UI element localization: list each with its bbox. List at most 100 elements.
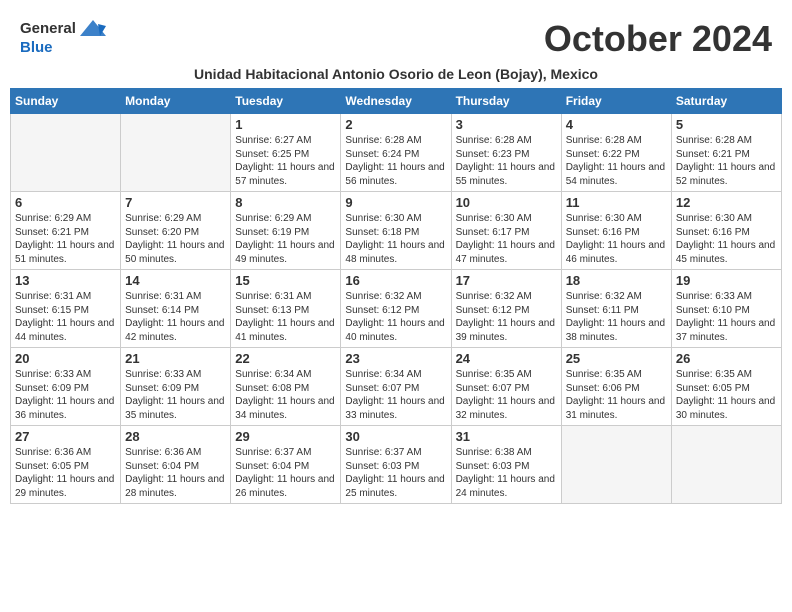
calendar-cell: 14 Sunrise: 6:31 AM Sunset: 6:14 PM Dayli… bbox=[121, 270, 231, 348]
calendar-cell: 24Sunrise: 6:35 AM Sunset: 6:07 PM Dayli… bbox=[451, 348, 561, 426]
day-number: 20 bbox=[15, 351, 116, 366]
day-info: Sunrise: 6:32 AM Sunset: 6:12 PM Dayligh… bbox=[456, 290, 557, 344]
day-info: Sunrise: 6:38 AM Sunset: 6:03 PM Dayligh… bbox=[456, 446, 557, 500]
calendar-cell bbox=[561, 426, 671, 504]
weekday-header: Thursday bbox=[451, 89, 561, 114]
day-number: 3 bbox=[456, 117, 557, 132]
calendar-cell: 27 Sunrise: 6:36 AM Sunset: 6:05 PM Dayli… bbox=[11, 426, 121, 504]
day-info: Sunrise: 6:32 AM Sunset: 6:12 PM Dayligh… bbox=[345, 290, 446, 344]
day-info: Sunrise: 6:27 AM Sunset: 6:25 PM Dayligh… bbox=[235, 134, 336, 188]
calendar-cell: 2 Sunrise: 6:28 AM Sunset: 6:24 PM Daylig… bbox=[341, 114, 451, 192]
day-number: 5 bbox=[676, 117, 777, 132]
calendar-cell: 5 Sunrise: 6:28 AM Sunset: 6:21 PM Daylig… bbox=[671, 114, 781, 192]
day-number: 17 bbox=[456, 273, 557, 288]
day-number: 24 bbox=[456, 351, 557, 366]
weekday-header: Tuesday bbox=[231, 89, 341, 114]
calendar-cell: 10Sunrise: 6:30 AM Sunset: 6:17 PM Dayli… bbox=[451, 192, 561, 270]
day-info: Sunrise: 6:36 AM Sunset: 6:05 PM Dayligh… bbox=[15, 446, 116, 500]
day-number: 31 bbox=[456, 429, 557, 444]
calendar-cell: 7Sunrise: 6:29 AM Sunset: 6:20 PM Daylig… bbox=[121, 192, 231, 270]
day-number: 9 bbox=[345, 195, 446, 210]
header: General Blue October 2024 bbox=[10, 10, 782, 64]
calendar-cell bbox=[671, 426, 781, 504]
day-number: 29 bbox=[235, 429, 336, 444]
weekday-header: Monday bbox=[121, 89, 231, 114]
calendar-cell: 12Sunrise: 6:30 AM Sunset: 6:16 PM Dayli… bbox=[671, 192, 781, 270]
calendar-cell bbox=[11, 114, 121, 192]
calendar-cell: 30Sunrise: 6:37 AM Sunset: 6:03 PM Dayli… bbox=[341, 426, 451, 504]
day-number: 26 bbox=[676, 351, 777, 366]
day-info: Sunrise: 6:28 AM Sunset: 6:24 PM Dayligh… bbox=[345, 134, 446, 188]
day-number: 14 bbox=[125, 273, 226, 288]
day-info: Sunrise: 6:28 AM Sunset: 6:23 PM Dayligh… bbox=[456, 134, 557, 188]
day-number: 23 bbox=[345, 351, 446, 366]
calendar-cell: 31 Sunrise: 6:38 AM Sunset: 6:03 PM Dayli… bbox=[451, 426, 561, 504]
logo-blue: Blue bbox=[20, 40, 106, 57]
subtitle: Unidad Habitacional Antonio Osorio de Le… bbox=[10, 66, 782, 82]
day-number: 4 bbox=[566, 117, 667, 132]
day-info: Sunrise: 6:33 AM Sunset: 6:10 PM Dayligh… bbox=[676, 290, 777, 344]
logo-text: General Blue bbox=[20, 18, 106, 57]
calendar-cell: 11 Sunrise: 6:30 AM Sunset: 6:16 PM Dayli… bbox=[561, 192, 671, 270]
calendar-week-row: 27 Sunrise: 6:36 AM Sunset: 6:05 PM Dayli… bbox=[11, 426, 782, 504]
day-number: 21 bbox=[125, 351, 226, 366]
calendar-table: SundayMondayTuesdayWednesdayThursdayFrid… bbox=[10, 88, 782, 504]
calendar-cell: 20 Sunrise: 6:33 AM Sunset: 6:09 PM Dayli… bbox=[11, 348, 121, 426]
calendar-cell: 23 Sunrise: 6:34 AM Sunset: 6:07 PM Dayli… bbox=[341, 348, 451, 426]
calendar-cell bbox=[121, 114, 231, 192]
day-info: Sunrise: 6:33 AM Sunset: 6:09 PM Dayligh… bbox=[125, 368, 226, 422]
calendar-cell: 8Sunrise: 6:29 AM Sunset: 6:19 PM Daylig… bbox=[231, 192, 341, 270]
calendar-week-row: 13Sunrise: 6:31 AM Sunset: 6:15 PM Dayli… bbox=[11, 270, 782, 348]
day-number: 7 bbox=[125, 195, 226, 210]
day-info: Sunrise: 6:31 AM Sunset: 6:13 PM Dayligh… bbox=[235, 290, 336, 344]
day-number: 28 bbox=[125, 429, 226, 444]
day-number: 16 bbox=[345, 273, 446, 288]
calendar-header-row: SundayMondayTuesdayWednesdayThursdayFrid… bbox=[11, 89, 782, 114]
day-info: Sunrise: 6:32 AM Sunset: 6:11 PM Dayligh… bbox=[566, 290, 667, 344]
calendar-cell: 13Sunrise: 6:31 AM Sunset: 6:15 PM Dayli… bbox=[11, 270, 121, 348]
calendar-cell: 22 Sunrise: 6:34 AM Sunset: 6:08 PM Dayli… bbox=[231, 348, 341, 426]
calendar-cell: 1 Sunrise: 6:27 AM Sunset: 6:25 PM Daylig… bbox=[231, 114, 341, 192]
day-info: Sunrise: 6:30 AM Sunset: 6:16 PM Dayligh… bbox=[566, 212, 667, 266]
day-info: Sunrise: 6:37 AM Sunset: 6:04 PM Dayligh… bbox=[235, 446, 336, 500]
day-number: 15 bbox=[235, 273, 336, 288]
day-number: 22 bbox=[235, 351, 336, 366]
day-number: 18 bbox=[566, 273, 667, 288]
logo: General Blue bbox=[20, 18, 106, 57]
day-number: 2 bbox=[345, 117, 446, 132]
day-info: Sunrise: 6:36 AM Sunset: 6:04 PM Dayligh… bbox=[125, 446, 226, 500]
calendar-cell: 19 Sunrise: 6:33 AM Sunset: 6:10 PM Dayli… bbox=[671, 270, 781, 348]
day-info: Sunrise: 6:34 AM Sunset: 6:08 PM Dayligh… bbox=[235, 368, 336, 422]
calendar-cell: 16 Sunrise: 6:32 AM Sunset: 6:12 PM Dayli… bbox=[341, 270, 451, 348]
calendar-cell: 18 Sunrise: 6:32 AM Sunset: 6:11 PM Dayli… bbox=[561, 270, 671, 348]
calendar-cell: 21 Sunrise: 6:33 AM Sunset: 6:09 PM Dayli… bbox=[121, 348, 231, 426]
day-info: Sunrise: 6:31 AM Sunset: 6:14 PM Dayligh… bbox=[125, 290, 226, 344]
day-number: 1 bbox=[235, 117, 336, 132]
day-number: 25 bbox=[566, 351, 667, 366]
day-info: Sunrise: 6:29 AM Sunset: 6:21 PM Dayligh… bbox=[15, 212, 116, 266]
day-number: 19 bbox=[676, 273, 777, 288]
calendar-cell: 15 Sunrise: 6:31 AM Sunset: 6:13 PM Dayli… bbox=[231, 270, 341, 348]
day-number: 27 bbox=[15, 429, 116, 444]
day-info: Sunrise: 6:30 AM Sunset: 6:16 PM Dayligh… bbox=[676, 212, 777, 266]
day-info: Sunrise: 6:34 AM Sunset: 6:07 PM Dayligh… bbox=[345, 368, 446, 422]
day-number: 30 bbox=[345, 429, 446, 444]
day-info: Sunrise: 6:28 AM Sunset: 6:21 PM Dayligh… bbox=[676, 134, 777, 188]
calendar-cell: 4Sunrise: 6:28 AM Sunset: 6:22 PM Daylig… bbox=[561, 114, 671, 192]
calendar-cell: 17 Sunrise: 6:32 AM Sunset: 6:12 PM Dayli… bbox=[451, 270, 561, 348]
weekday-header: Sunday bbox=[11, 89, 121, 114]
calendar-cell: 6Sunrise: 6:29 AM Sunset: 6:21 PM Daylig… bbox=[11, 192, 121, 270]
day-number: 8 bbox=[235, 195, 336, 210]
day-info: Sunrise: 6:35 AM Sunset: 6:06 PM Dayligh… bbox=[566, 368, 667, 422]
day-info: Sunrise: 6:33 AM Sunset: 6:09 PM Dayligh… bbox=[15, 368, 116, 422]
calendar-cell: 29 Sunrise: 6:37 AM Sunset: 6:04 PM Dayli… bbox=[231, 426, 341, 504]
calendar-cell: 26Sunrise: 6:35 AM Sunset: 6:05 PM Dayli… bbox=[671, 348, 781, 426]
day-info: Sunrise: 6:31 AM Sunset: 6:15 PM Dayligh… bbox=[15, 290, 116, 344]
calendar-week-row: 6Sunrise: 6:29 AM Sunset: 6:21 PM Daylig… bbox=[11, 192, 782, 270]
month-title: October 2024 bbox=[544, 18, 772, 60]
weekday-header: Friday bbox=[561, 89, 671, 114]
day-info: Sunrise: 6:30 AM Sunset: 6:17 PM Dayligh… bbox=[456, 212, 557, 266]
calendar-cell: 25 Sunrise: 6:35 AM Sunset: 6:06 PM Dayli… bbox=[561, 348, 671, 426]
day-number: 11 bbox=[566, 195, 667, 210]
weekday-header: Wednesday bbox=[341, 89, 451, 114]
